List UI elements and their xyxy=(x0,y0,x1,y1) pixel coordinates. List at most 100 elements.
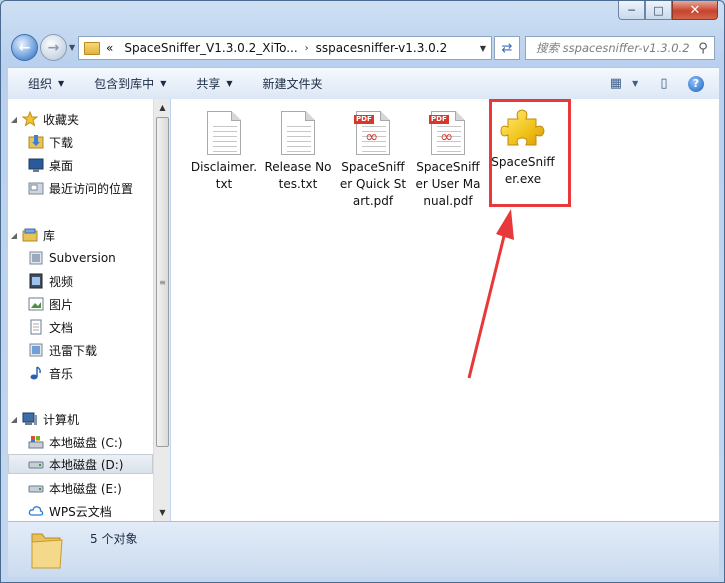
scroll-up-icon[interactable]: ▲ xyxy=(154,99,171,116)
pdf-badge: PDF xyxy=(354,115,374,124)
include-label: 包含到库中 xyxy=(94,77,155,91)
recent-places-icon xyxy=(28,180,45,196)
address-bar[interactable]: « SpaceSniffer_V1.3.0.2_XiTo... › sspace… xyxy=(78,36,492,60)
expander-icon[interactable]: ◢ xyxy=(8,115,20,124)
maximize-button[interactable]: □ xyxy=(645,1,672,20)
tree-item-drive-d[interactable]: 本地磁盘 (D:) xyxy=(8,454,153,474)
view-controls: ▦ ▼ ▯ ? xyxy=(605,73,719,95)
include-in-library-menu[interactable]: 包含到库中 ▼ xyxy=(74,75,176,92)
tree-item-computer[interactable]: ◢ 计算机 xyxy=(8,409,153,429)
organize-label: 组织 xyxy=(28,77,53,91)
tree-label: 计算机 xyxy=(43,412,80,427)
tree-item-wps[interactable]: WPS云文档 xyxy=(8,501,153,521)
file-name: SpaceSniffer User Manual.pdf xyxy=(415,160,481,208)
tree-item-pictures[interactable]: 图片 xyxy=(8,294,153,314)
tree-label: 下载 xyxy=(49,135,74,150)
preview-pane-icon: ▯ xyxy=(660,76,668,91)
share-label: 共享 xyxy=(196,77,221,91)
scrollbar-thumb[interactable]: ≡ xyxy=(156,117,169,447)
details-pane: 5 个对象 xyxy=(8,521,719,577)
chevron-down-icon: ▼ xyxy=(58,79,65,88)
drive-icon xyxy=(28,480,45,496)
chevron-down-icon: ▼ xyxy=(632,79,639,88)
navigation-pane: ◢ 收藏夹 下载 桌面 最近访问的位置 ◢ 库 Subversion 视频 图片… xyxy=(8,99,153,521)
explorer-window: ─ □ ✕ ← → ▼ « SpaceSniffer_V1.3.0.2_XiTo… xyxy=(0,0,725,583)
file-item[interactable]: PDF ∞ SpaceSniffer Quick Start.pdf xyxy=(339,111,407,210)
file-name: Disclaimer.txt xyxy=(190,160,258,191)
search-input[interactable]: 搜索 sspacesniffer-v1.3.0.2 ⚲ xyxy=(525,36,715,60)
subversion-library-icon xyxy=(28,250,45,266)
preview-pane-button[interactable]: ▯ xyxy=(651,73,677,95)
close-button[interactable]: ✕ xyxy=(672,1,718,20)
organize-menu[interactable]: 组织 ▼ xyxy=(8,75,74,92)
tree-label: 文档 xyxy=(49,320,74,335)
tree-label: WPS云文档 xyxy=(49,504,112,519)
new-folder-button[interactable]: 新建文件夹 xyxy=(243,75,333,92)
tree-label: 最近访问的位置 xyxy=(49,181,134,196)
command-bar: 组织 ▼ 包含到库中 ▼ 共享 ▼ 新建文件夹 ▦ ▼ ▯ ? xyxy=(8,67,719,99)
new-folder-label: 新建文件夹 xyxy=(262,77,323,91)
tree-label: 桌面 xyxy=(49,158,74,173)
pictures-icon xyxy=(28,296,45,312)
annotation-highlight-box xyxy=(489,99,571,207)
navigation-buttons: ← → ▼ xyxy=(11,34,79,61)
file-item[interactable]: Disclaimer.txt xyxy=(190,111,258,193)
tree-item-downloads[interactable]: 下载 xyxy=(8,132,153,152)
tree-label: 音乐 xyxy=(49,366,74,381)
folder-icon xyxy=(30,528,64,570)
file-item[interactable]: Release Notes.txt xyxy=(264,111,332,193)
pdf-file-icon: PDF ∞ xyxy=(429,111,465,155)
chevron-down-icon: ▼ xyxy=(226,79,233,88)
annotation-arrow xyxy=(467,209,514,379)
help-icon: ? xyxy=(688,75,704,92)
downloads-folder-icon xyxy=(28,134,45,150)
drive-icon xyxy=(28,456,45,472)
computer-icon xyxy=(22,411,39,427)
share-menu[interactable]: 共享 ▼ xyxy=(176,75,242,92)
tree-item-videos[interactable]: 视频 xyxy=(8,271,153,291)
back-button[interactable]: ← xyxy=(11,34,38,61)
expander-icon[interactable]: ◢ xyxy=(8,415,20,424)
tree-item-drive-c[interactable]: 本地磁盘 (C:) xyxy=(8,432,153,452)
scroll-down-icon[interactable]: ▼ xyxy=(154,504,171,521)
help-button[interactable]: ? xyxy=(683,73,709,95)
view-options-button[interactable]: ▦ ▼ xyxy=(609,73,639,95)
star-icon xyxy=(21,110,39,127)
address-overflow[interactable]: « xyxy=(106,41,113,55)
folder-icon xyxy=(84,41,100,55)
tree-item-recent[interactable]: 最近访问的位置 xyxy=(8,178,153,198)
tree-item-subversion[interactable]: Subversion xyxy=(8,248,153,268)
file-item[interactable]: PDF ∞ SpaceSniffer User Manual.pdf xyxy=(414,111,482,210)
search-icon[interactable]: ⚲ xyxy=(692,41,714,56)
pdf-badge: PDF xyxy=(429,115,449,124)
tree-item-music[interactable]: 音乐 xyxy=(8,363,153,383)
expander-icon[interactable]: ◢ xyxy=(8,231,20,240)
system-drive-icon xyxy=(28,434,45,450)
library-icon xyxy=(22,227,39,243)
tree-item-xunlei[interactable]: 迅雷下载 xyxy=(8,340,153,360)
tree-label: 本地磁盘 (C:) xyxy=(49,435,123,450)
breadcrumb-segment-1[interactable]: SpaceSniffer_V1.3.0.2_XiTo... xyxy=(124,41,297,55)
pdf-file-icon: PDF ∞ xyxy=(354,111,390,155)
minimize-button[interactable]: ─ xyxy=(618,1,645,20)
refresh-button[interactable]: ⇄ xyxy=(494,36,520,60)
music-note-icon xyxy=(28,365,45,381)
tree-item-favorites[interactable]: ◢ 收藏夹 xyxy=(8,109,153,129)
search-placeholder: 搜索 sspacesniffer-v1.3.0.2 xyxy=(536,41,690,55)
forward-button[interactable]: → xyxy=(40,34,67,61)
breadcrumb-segment-2[interactable]: sspacesniffer-v1.3.0.2 xyxy=(316,41,448,55)
view-grid-icon: ▦ xyxy=(609,76,623,91)
videos-icon xyxy=(28,273,45,289)
tree-item-documents[interactable]: 文档 xyxy=(8,317,153,337)
tree-item-drive-e[interactable]: 本地磁盘 (E:) xyxy=(8,478,153,498)
xunlei-library-icon xyxy=(28,342,45,358)
tree-item-desktop[interactable]: 桌面 xyxy=(8,155,153,175)
acrobat-icon: ∞ xyxy=(365,127,379,146)
tree-item-libraries[interactable]: ◢ 库 xyxy=(8,225,153,245)
navigation-scrollbar[interactable]: ▲ ≡ ▼ xyxy=(153,99,170,521)
tree-label: 库 xyxy=(43,228,56,243)
acrobat-icon: ∞ xyxy=(440,127,454,146)
breadcrumb-separator[interactable]: › xyxy=(305,43,309,54)
chevron-down-icon[interactable]: ▼ xyxy=(475,44,491,53)
text-file-icon xyxy=(281,111,315,155)
